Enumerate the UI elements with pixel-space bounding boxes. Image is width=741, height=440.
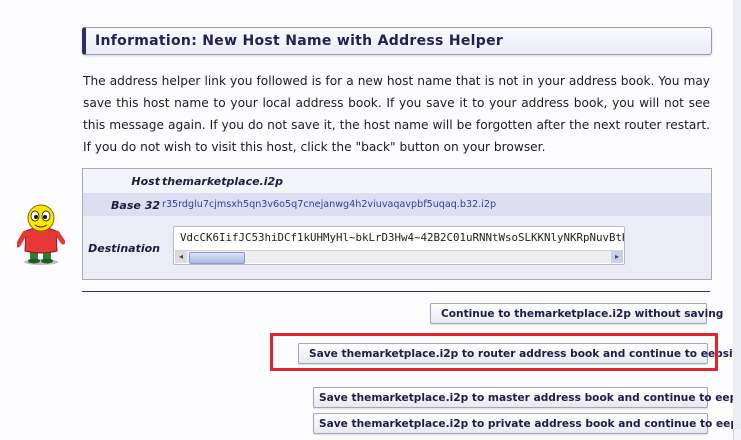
- save-private-button-label: Save themarketplace.i2p to private addre…: [319, 417, 741, 430]
- content-panel: Information: New Host Name with Address …: [0, 0, 741, 440]
- scroll-left-icon[interactable]: ◂: [175, 251, 187, 263]
- destination-label: Destination: [88, 242, 160, 255]
- scroll-right-icon[interactable]: ▸: [611, 251, 623, 263]
- destination-value[interactable]: VdcCK6IifJC53hiDCf1kUHMyHl~bkLrD3Hw4~42B…: [180, 231, 624, 244]
- continue-button-label: Continue to themarketplace.i2p without s…: [441, 307, 724, 320]
- host-info-table: Host themarketplace.i2p Base 32 r35rdglu…: [82, 168, 712, 280]
- scrollbar-thumb[interactable]: [189, 252, 245, 264]
- divider: [82, 291, 710, 292]
- base32-value[interactable]: r35rdglu7cjmsxh5qn3v6o5q7cnejanwg4h2viuv…: [162, 199, 496, 210]
- highlight-box: [270, 333, 718, 371]
- save-private-addressbook-button[interactable]: Save themarketplace.i2p to private addre…: [313, 413, 741, 434]
- host-row: Host themarketplace.i2p: [83, 169, 711, 194]
- destination-field[interactable]: VdcCK6IifJC53hiDCf1kUHMyHl~bkLrD3Hw4~42B…: [173, 226, 625, 265]
- base32-label: Base 32: [111, 199, 160, 212]
- host-value: themarketplace.i2p: [162, 175, 284, 188]
- page-title: Information: New Host Name with Address …: [95, 33, 504, 49]
- host-label: Host: [131, 175, 160, 188]
- base32-row: Base 32 r35rdglu7cjmsxh5qn3v6o5q7cnejanw…: [83, 193, 711, 217]
- save-master-addressbook-button[interactable]: Save themarketplace.i2p to master addres…: [313, 387, 741, 408]
- save-master-button-label: Save themarketplace.i2p to master addres…: [319, 391, 741, 404]
- horizontal-scrollbar[interactable]: ◂ ▸: [175, 250, 623, 264]
- destination-row: Destination VdcCK6IifJC53hiDCf1kUHMyHl~b…: [83, 216, 711, 279]
- i2p-mascot-icon: [17, 204, 65, 265]
- continue-without-saving-button[interactable]: Continue to themarketplace.i2p without s…: [430, 303, 723, 324]
- intro-text: The address helper link you followed is …: [83, 74, 710, 154]
- page-title-bar: Information: New Host Name with Address …: [82, 27, 712, 55]
- page-scrollbar[interactable]: [733, 0, 741, 429]
